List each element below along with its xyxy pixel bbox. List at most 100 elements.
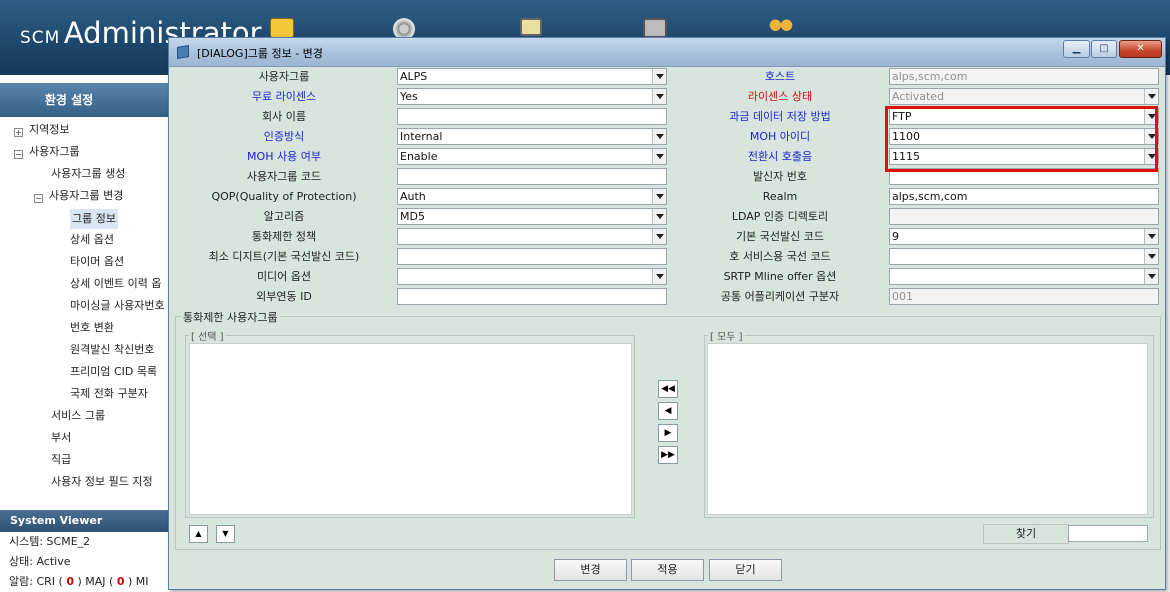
combo-field[interactable] [889, 268, 1159, 285]
text-field[interactable]: alps,scm,com [889, 188, 1159, 205]
field-label: 전환시 호출음 [747, 150, 813, 163]
text-field[interactable]: alps,scm,com [889, 68, 1159, 85]
dropdown-arrow-icon[interactable] [652, 89, 666, 104]
dropdown-arrow-icon[interactable] [1144, 269, 1158, 284]
combo-field[interactable] [397, 268, 667, 285]
form-row: QOP(Quality of Protection) Auth Realm alps,… [175, 188, 1161, 208]
combo-field[interactable]: Activated [889, 88, 1159, 105]
dropdown-arrow-icon[interactable] [1144, 89, 1158, 104]
highlight-box [885, 106, 1158, 172]
combo-field[interactable]: 9 [889, 228, 1159, 245]
combo-field[interactable]: ALPS [397, 68, 667, 85]
field-value: MD5 [400, 210, 425, 223]
move-all-right-button[interactable]: ▶▶ [658, 446, 678, 464]
move-all-left-button[interactable]: ◀◀ [658, 380, 678, 398]
text-field[interactable] [889, 208, 1159, 225]
monitor-icon[interactable] [520, 18, 542, 36]
dialog-app-icon [177, 44, 189, 60]
sidebar-item-label: 사용자 정보 필드 지정 [51, 475, 153, 488]
move-down-button[interactable]: ▼ [216, 525, 235, 543]
field-label: 인증방식 [263, 130, 305, 143]
form-row: 통화제한 정책 기본 국선발신 코드 9 [175, 228, 1161, 248]
sidebar-item[interactable]: 국제 전화 구분자 [0, 385, 168, 407]
field-value: Auth [400, 190, 426, 203]
sidebar-item[interactable]: + 지역정보 [0, 121, 168, 143]
sidebar-tree: + 지역정보 − 사용자그룹 사용자그룹 생성 − 사용자그룹 변경 그룹 정보 상세 옵션 타이… [0, 117, 168, 495]
dropdown-arrow-icon[interactable] [1144, 249, 1158, 264]
sidebar-item-label: 타이머 옵션 [70, 255, 125, 268]
selected-groups-list[interactable] [189, 343, 632, 515]
sidebar-item[interactable]: − 사용자그룹 [0, 143, 168, 165]
sidebar-item[interactable]: 그룹 정보 [0, 209, 168, 231]
text-field[interactable]: 001 [889, 288, 1159, 305]
find-input[interactable] [1068, 525, 1148, 542]
maximize-button[interactable]: □ [1091, 40, 1117, 58]
list-icon[interactable] [270, 18, 294, 38]
dropdown-arrow-icon[interactable] [652, 209, 666, 224]
change-button[interactable]: 변경 [554, 559, 627, 581]
combo-field[interactable]: Auth [397, 188, 667, 205]
dropdown-arrow-icon[interactable] [652, 229, 666, 244]
field-label: 호스트 [764, 70, 796, 83]
field-label: LDAP 인증 디렉토리 [731, 210, 829, 223]
dialog-titlebar[interactable]: [DIALOG]그룹 정보 - 변경 ▁ □ ✕ [169, 38, 1165, 67]
system-viewer-title: System Viewer [0, 510, 168, 532]
move-left-button[interactable]: ◀ [658, 402, 678, 420]
field-label: MOH 아이디 [749, 130, 811, 143]
combo-field[interactable]: MD5 [397, 208, 667, 225]
sidebar-item[interactable]: 상세 옵션 [0, 231, 168, 253]
combo-field[interactable]: Enable [397, 148, 667, 165]
combo-field[interactable]: Yes [397, 88, 667, 105]
system-line: 시스템: SCME_2 [9, 535, 91, 548]
sidebar-item[interactable]: 서비스 그룹 [0, 407, 168, 429]
dropdown-arrow-icon[interactable] [1144, 229, 1158, 244]
sidebar-item[interactable]: 원격발신 착신번호 [0, 341, 168, 363]
sidebar-item[interactable]: 직급 [0, 451, 168, 473]
all-groups-list[interactable] [707, 343, 1148, 515]
sidebar-item[interactable]: − 사용자그룹 변경 [0, 187, 168, 209]
sidebar-item[interactable]: 사용자 정보 필드 지정 [0, 473, 168, 495]
text-field[interactable] [397, 248, 667, 265]
sidebar-item[interactable]: 타이머 옵션 [0, 253, 168, 275]
field-label: 기본 국선발신 코드 [736, 230, 824, 243]
text-field[interactable] [397, 108, 667, 125]
dropdown-arrow-icon[interactable] [652, 129, 666, 144]
sidebar-item[interactable]: 마이싱글 사용자번호 [0, 297, 168, 319]
sidebar-item-label: 부서 [51, 431, 72, 444]
move-up-button[interactable]: ▲ [189, 525, 208, 543]
field-label: 사용자그룹 코드 [246, 170, 322, 183]
combo-field[interactable] [397, 228, 667, 245]
alarm-line: 알람: CRI ( 0 ) MAJ ( 0 ) MI [0, 572, 168, 592]
sidebar-item-label: 사용자그룹 [29, 145, 80, 158]
users-icon[interactable] [767, 18, 795, 36]
sidebar-item[interactable]: 상세 이벤트 이력 옵 [0, 275, 168, 297]
collapse-icon[interactable]: − [34, 193, 43, 203]
combo-field[interactable]: Internal [397, 128, 667, 145]
text-field[interactable] [397, 288, 667, 305]
field-value: 9 [892, 230, 899, 243]
minimize-button[interactable]: ▁ [1063, 40, 1090, 58]
dropdown-arrow-icon[interactable] [652, 269, 666, 284]
dropdown-arrow-icon[interactable] [652, 149, 666, 164]
text-field[interactable] [397, 168, 667, 185]
close-button[interactable]: 닫기 [709, 559, 782, 581]
sidebar-item[interactable]: 부서 [0, 429, 168, 451]
system-viewer: System Viewer 시스템: SCME_2 상태: Active 알람:… [0, 510, 168, 592]
move-right-button[interactable]: ▶ [658, 424, 678, 442]
dialog-title: [DIALOG]그룹 정보 - 변경 [197, 47, 323, 60]
dropdown-arrow-icon[interactable] [652, 189, 666, 204]
combo-field[interactable] [889, 248, 1159, 265]
selected-groups-title: [ 선택 ] [189, 328, 226, 343]
field-value: alps,scm,com [892, 70, 968, 83]
field-label: 발신자 번호 [752, 170, 808, 183]
collapse-icon[interactable]: − [14, 149, 23, 159]
dropdown-arrow-icon[interactable] [652, 69, 666, 84]
sidebar-item[interactable]: 번호 변환 [0, 319, 168, 341]
close-window-button[interactable]: ✕ [1119, 40, 1162, 58]
expand-icon[interactable]: + [14, 127, 23, 137]
terminal-icon[interactable] [643, 18, 667, 38]
apply-button[interactable]: 적용 [631, 559, 704, 581]
field-value: ALPS [400, 70, 428, 83]
sidebar-item[interactable]: 사용자그룹 생성 [0, 165, 168, 187]
sidebar-item[interactable]: 프리미엄 CID 목록 [0, 363, 168, 385]
